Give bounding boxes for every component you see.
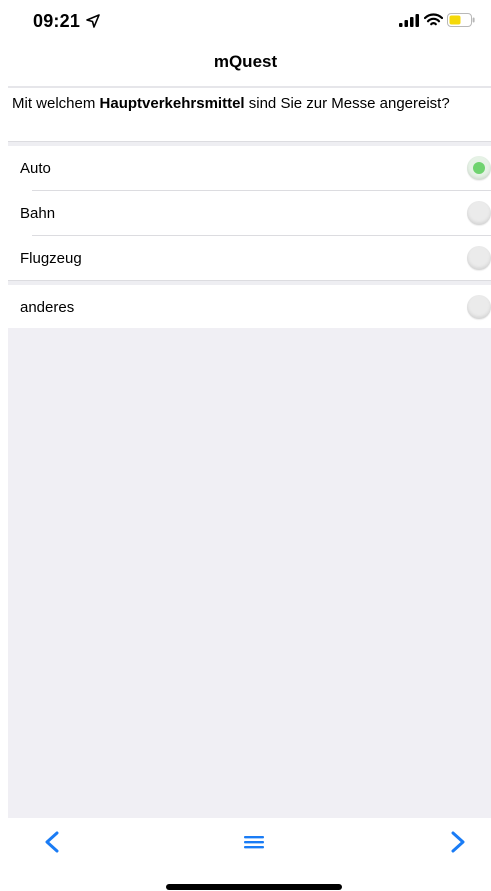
cellular-signal-icon [399, 14, 419, 32]
bottom-toolbar [0, 818, 491, 870]
status-time: 09:21 [33, 11, 81, 31]
option-label: Flugzeug [20, 249, 82, 267]
radio-button[interactable] [467, 246, 491, 270]
answer-options: Auto Bahn Flugzeug anderes [8, 146, 491, 330]
status-bar: 09:21 [0, 0, 491, 44]
forward-button[interactable] [434, 818, 482, 870]
chevron-right-icon [450, 831, 466, 858]
radio-button-selected[interactable] [467, 156, 491, 180]
option-label: Auto [20, 159, 51, 177]
option-bahn[interactable]: Bahn [8, 191, 491, 235]
chevron-left-icon [44, 831, 60, 858]
battery-icon [447, 13, 475, 32]
radio-button[interactable] [467, 201, 491, 225]
menu-icon [243, 834, 265, 855]
question-prefix: Mit welchem [12, 95, 100, 112]
radio-button[interactable] [467, 295, 491, 319]
question-emphasis: Hauptverkehrsmittel [99, 95, 245, 112]
option-auto[interactable]: Auto [8, 146, 491, 190]
question-suffix: sind Sie zur Messe angereist? [244, 95, 450, 112]
wifi-icon [423, 13, 444, 32]
empty-content-area [8, 328, 491, 818]
option-flugzeug[interactable]: Flugzeug [8, 236, 491, 280]
option-label: anderes [20, 298, 75, 316]
question-text: Mit welchem Hauptverkehrsmittel sind Sie… [8, 88, 491, 142]
location-arrow-icon [86, 14, 100, 33]
option-anderes[interactable]: anderes [8, 285, 491, 329]
menu-button[interactable] [230, 818, 278, 870]
page-title: mQuest [213, 52, 278, 71]
option-label: Bahn [20, 204, 56, 222]
home-indicator[interactable] [166, 884, 342, 890]
back-button[interactable] [28, 818, 76, 870]
